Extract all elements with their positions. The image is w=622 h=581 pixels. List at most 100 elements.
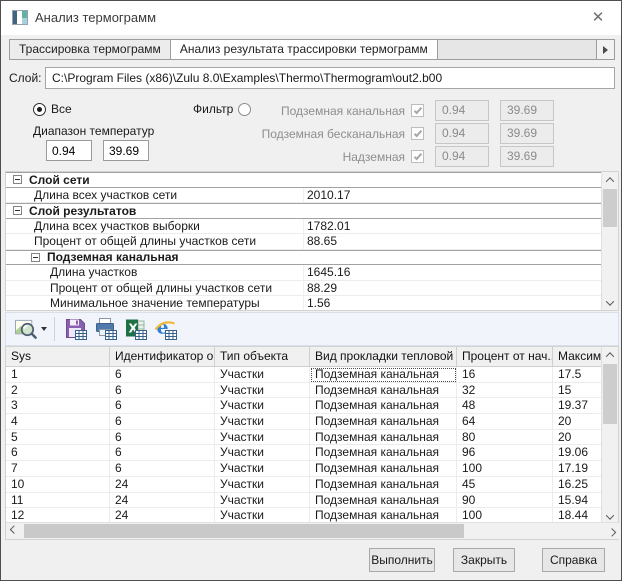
range-min-input[interactable] — [46, 140, 92, 161]
checkbox-checked-disabled-icon — [411, 104, 424, 117]
scrollbar-thumb[interactable] — [24, 524, 464, 538]
table-row[interactable]: 3 6 Участки Подземная канальная 48 19.37 — [6, 398, 603, 414]
tree-row-value: 1.56 — [307, 296, 330, 310]
table-row[interactable]: 7 6 Участки Подземная канальная 100 17.1… — [6, 461, 603, 477]
tab-scroll-right-button[interactable] — [596, 40, 614, 59]
cell-max: 15 — [553, 383, 603, 399]
header-cell[interactable]: Идентификатор о... — [110, 347, 215, 366]
tree-row-label: Процент от общей длины участков сети — [50, 281, 272, 295]
tree-row[interactable]: Длина всех участков выборки 1782.01 — [6, 219, 601, 235]
scroll-down-button[interactable] — [602, 295, 618, 310]
tab-label: Трассировка термограмм — [19, 42, 161, 56]
tab[interactable]: Анализ результата трассировки термограмм — [171, 40, 438, 59]
layer-row: Слой: C:\Program Files (x86)\Zulu 8.0\Ex… — [9, 67, 615, 89]
collapse-minus-icon[interactable] — [13, 175, 22, 184]
tree-row-label: Длина участков — [50, 265, 137, 279]
chevron-left-icon — [10, 525, 18, 533]
cell-sys: 2 — [6, 383, 110, 399]
header-cell[interactable]: Sys — [6, 347, 110, 366]
tab[interactable]: Трассировка термограмм — [10, 40, 171, 59]
scroll-up-button[interactable] — [602, 347, 618, 362]
cell-percent: 90 — [457, 493, 553, 509]
export-excel-button[interactable]: X — [121, 315, 151, 343]
print-report-button[interactable] — [91, 315, 121, 343]
chevron-right-icon — [608, 528, 616, 536]
html-browser-icon: e — [154, 317, 178, 341]
table-row[interactable]: 10 24 Участки Подземная канальная 45 16.… — [6, 477, 603, 493]
tree-row-label: Длина всех участков сети — [34, 188, 177, 202]
cell-object-id: 6 — [110, 414, 215, 430]
cell-percent: 64 — [457, 414, 553, 430]
table-row[interactable]: 6 6 Участки Подземная канальная 96 19.06 — [6, 445, 603, 461]
range-max-input[interactable] — [103, 140, 149, 161]
scroll-left-button[interactable] — [6, 523, 22, 539]
chevron-up-icon — [606, 352, 614, 360]
radio-button-icon[interactable] — [33, 103, 46, 116]
chevron-down-icon — [606, 297, 614, 305]
cell-max: 19.37 — [553, 398, 603, 414]
tree-row[interactable]: Слой результатов — [6, 203, 601, 219]
scroll-right-button[interactable] — [604, 523, 620, 539]
help-button[interactable]: Справка — [542, 548, 605, 572]
scrollbar-thumb[interactable] — [603, 364, 617, 424]
preview-button[interactable] — [12, 315, 50, 343]
close-button[interactable]: Закрыть — [453, 548, 515, 572]
header-cell-label: Идентификатор о... — [115, 349, 215, 363]
cell-object-type: Участки — [215, 414, 310, 430]
cell-sys: 1 — [6, 367, 110, 383]
run-button[interactable]: Выполнить — [369, 548, 435, 572]
radio-button-icon[interactable] — [238, 103, 251, 116]
table-row[interactable]: 1 6 Участки Подземная канальная 16 17.5 — [6, 367, 603, 383]
scrollbar-thumb[interactable] — [603, 189, 617, 227]
temperature-range-inputs — [46, 140, 149, 161]
tree-row-label: Минимальное значение температуры — [50, 296, 260, 310]
header-cell[interactable]: Процент от нач... — [457, 347, 553, 366]
save-icon — [64, 317, 88, 341]
dropdown-caret-icon[interactable] — [41, 327, 47, 331]
cell-object-type: Участки — [215, 461, 310, 477]
table-row[interactable]: 11 24 Участки Подземная канальная 90 15.… — [6, 493, 603, 509]
cell-laying-type: Подземная канальная — [310, 461, 457, 477]
tree-row[interactable]: Процент от общей длины участков сети 88.… — [6, 281, 601, 297]
tree-row-label: Подземная канальная — [47, 250, 179, 264]
header-cell[interactable]: Вид прокладки тепловой ... — [310, 347, 457, 366]
header-cell[interactable]: Максима... — [553, 347, 603, 366]
print-icon — [94, 317, 118, 341]
arrow-right-icon — [603, 46, 608, 54]
cell-laying-type: Подземная канальная — [310, 414, 457, 430]
table-row[interactable]: 5 6 Участки Подземная канальная 80 20 — [6, 430, 603, 446]
tree-row[interactable]: Процент от общей длины участков сети 88.… — [6, 234, 601, 250]
tree-rows: Слой сети Длина всех участков сети 2010.… — [6, 172, 601, 310]
filter-row: Подземная бесканальная 0.94 39.69 — [261, 123, 554, 144]
layer-path-input[interactable]: C:\Program Files (x86)\Zulu 8.0\Examples… — [45, 67, 615, 89]
cell-object-id: 6 — [110, 461, 215, 477]
header-cell[interactable]: Тип объекта — [215, 347, 310, 366]
table-row[interactable]: 4 6 Участки Подземная канальная 64 20 — [6, 414, 603, 430]
radio-filter[interactable]: Фильтр — [193, 102, 251, 116]
collapse-minus-icon[interactable] — [31, 253, 40, 262]
save-report-button[interactable] — [61, 315, 91, 343]
tree-row[interactable]: Минимальное значение температуры 1.56 — [6, 296, 601, 310]
tree-vscrollbar — [601, 172, 618, 310]
radio-all-label: Все — [51, 102, 72, 116]
cell-max: 17.5 — [553, 367, 603, 383]
close-icon[interactable]: ✕ — [583, 6, 613, 30]
scroll-up-button[interactable] — [602, 172, 618, 187]
radio-all[interactable]: Все — [33, 102, 72, 116]
tree-row[interactable]: Подземная канальная — [6, 250, 601, 266]
check-icon — [413, 151, 421, 160]
table-row[interactable]: 2 6 Участки Подземная канальная 32 15 — [6, 383, 603, 399]
collapse-minus-icon[interactable] — [13, 206, 22, 215]
tree-row[interactable]: Слой сети — [6, 172, 601, 188]
cell-object-type: Участки — [215, 493, 310, 509]
filter-row: Надземная 0.94 39.69 — [261, 146, 554, 167]
tree-row[interactable]: Длина участков 1645.16 — [6, 265, 601, 281]
excel-icon: X — [124, 317, 148, 341]
cell-object-type: Участки — [215, 398, 310, 414]
toolbar-separator — [54, 317, 55, 341]
radio-filter-label: Фильтр — [193, 102, 233, 116]
tree-row[interactable]: Длина всех участков сети 2010.17 — [6, 188, 601, 204]
table-header: Sys Идентификатор о... Тип объекта Вид п… — [6, 347, 603, 367]
export-html-button[interactable]: e — [151, 315, 181, 343]
table-hscrollbar — [6, 522, 620, 539]
